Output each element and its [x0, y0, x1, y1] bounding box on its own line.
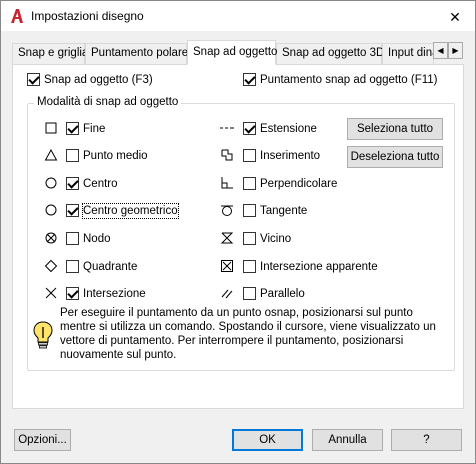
- quadrant-checkbox[interactable]: [66, 260, 79, 273]
- tab-snap-grid[interactable]: Snap e griglia: [12, 43, 88, 64]
- endpoint-checkbox[interactable]: [66, 122, 79, 135]
- options-button[interactable]: Opzioni...: [14, 429, 71, 451]
- midpoint-triangle-icon: [44, 148, 58, 161]
- ok-button[interactable]: OK: [232, 429, 303, 451]
- deselect-all-button[interactable]: Deseleziona tutto: [347, 146, 443, 168]
- endpoint-square-icon: [45, 122, 57, 134]
- nearest-checkbox[interactable]: [243, 232, 256, 245]
- center-circle-icon: [45, 177, 57, 189]
- quadrant-diamond-icon: [44, 259, 58, 273]
- select-all-button[interactable]: Seleziona tutto: [347, 118, 443, 140]
- extension-checkbox[interactable]: [243, 122, 256, 135]
- insertion-checkbox[interactable]: [243, 149, 256, 162]
- parallel-icon: [221, 289, 233, 299]
- intersection-x-icon: [45, 287, 57, 299]
- node-icon: [45, 232, 57, 244]
- center-label: Centro: [83, 178, 118, 190]
- intersection-label: Intersezione: [83, 288, 146, 300]
- help-button[interactable]: ?: [391, 429, 462, 451]
- apparent-intersection-icon: [221, 260, 233, 272]
- nearest-icon: [220, 232, 234, 244]
- perpendicular-icon: [221, 177, 233, 189]
- window-title: Impostazioni disegno: [31, 9, 144, 23]
- info-text: Per eseguire il puntamento da un punto o…: [60, 307, 436, 361]
- extension-icon: [220, 127, 234, 129]
- tab-3d-object-snap[interactable]: Snap ad oggetto 3D: [276, 43, 384, 64]
- extension-label: Estensione: [260, 123, 317, 135]
- osnap-tracking-checkbox[interactable]: [243, 73, 256, 86]
- osnap-checkbox[interactable]: [27, 73, 40, 86]
- tab-polar-tracking[interactable]: Puntamento polare: [85, 43, 188, 64]
- tab-scroll-left-icon[interactable]: ◀: [433, 42, 448, 59]
- geometric-center-label: Centro geometrico: [82, 203, 179, 219]
- tangent-icon: [221, 205, 233, 216]
- title-bar: Impostazioni disegno ✕: [0, 0, 476, 31]
- apparent-intersection-checkbox[interactable]: [243, 260, 256, 273]
- nearest-label: Vicino: [260, 233, 292, 245]
- tangent-checkbox[interactable]: [243, 204, 256, 217]
- autocad-logo-icon: [11, 9, 23, 23]
- insertion-icon: [221, 149, 233, 161]
- geometric-center-circle-icon: [45, 204, 57, 216]
- parallel-checkbox[interactable]: [243, 287, 256, 300]
- insertion-label: Inserimento: [260, 150, 321, 162]
- quadrant-label: Quadrante: [83, 261, 138, 273]
- osnap-label: Snap ad oggetto (F3): [44, 74, 153, 86]
- osnap-tracking-label: Puntamento snap ad oggetto (F11): [260, 74, 438, 86]
- perpendicular-label: Perpendicolare: [260, 178, 338, 190]
- center-checkbox[interactable]: [66, 177, 79, 190]
- endpoint-label: Fine: [83, 123, 106, 135]
- parallel-label: Parallelo: [260, 288, 305, 300]
- perpendicular-checkbox[interactable]: [243, 177, 256, 190]
- tab-scroll-right-icon[interactable]: ▶: [448, 42, 463, 59]
- apparent-intersection-label: Intersezione apparente: [260, 261, 378, 273]
- close-icon[interactable]: ✕: [438, 4, 472, 30]
- midpoint-checkbox[interactable]: [66, 149, 79, 162]
- intersection-checkbox[interactable]: [66, 287, 79, 300]
- midpoint-label: Punto medio: [83, 150, 148, 162]
- osnap-modes-group-label: Modalità di snap ad oggetto: [34, 96, 182, 108]
- node-checkbox[interactable]: [66, 232, 79, 245]
- tangent-label: Tangente: [260, 205, 308, 217]
- cancel-button[interactable]: Annulla: [312, 429, 383, 451]
- tab-object-snap[interactable]: Snap ad oggetto: [187, 40, 277, 65]
- node-label: Nodo: [83, 233, 111, 245]
- tab-strip: Snap e griglia Puntamento polare Snap ad…: [12, 40, 464, 65]
- lightbulb-icon: [33, 321, 53, 349]
- geometric-center-checkbox[interactable]: [66, 204, 79, 217]
- tab-dynamic-input[interactable]: Input dina: [382, 43, 434, 64]
